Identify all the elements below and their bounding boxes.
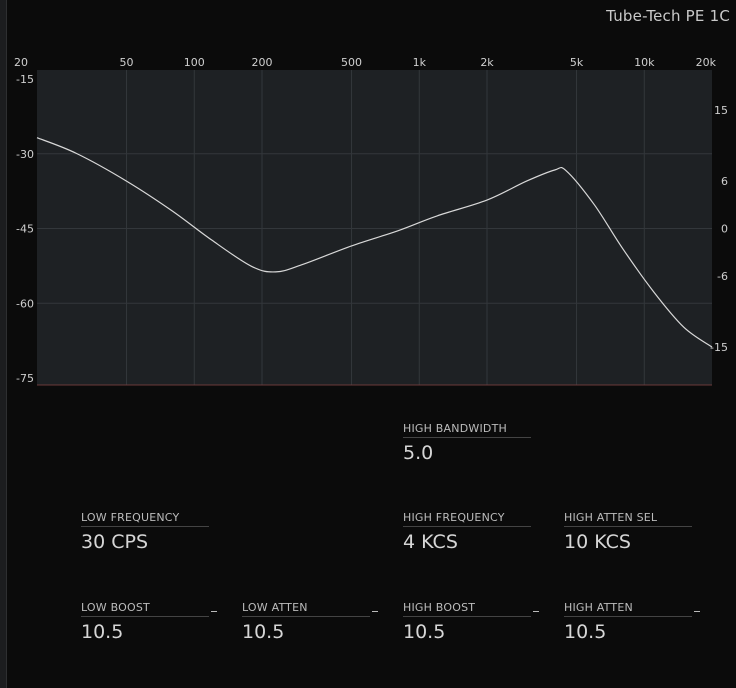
param-tick-mark	[211, 611, 217, 612]
param-value[interactable]: 4 KCS	[403, 531, 531, 553]
left-tick-label: -75	[16, 372, 34, 385]
left-tick-label: -45	[16, 223, 34, 236]
param-high-frequency[interactable]: HIGH FREQUENCY 4 KCS	[403, 511, 531, 553]
param-label: HIGH ATTEN SEL	[564, 511, 692, 527]
right-tick-label: -15	[710, 341, 728, 354]
param-value[interactable]: 10.5	[81, 621, 209, 643]
left-tick-label: -30	[16, 148, 34, 161]
param-value[interactable]: 10.5	[242, 621, 370, 643]
plot-area[interactable]	[37, 70, 712, 385]
right-tick-label: 15	[714, 104, 728, 117]
x-tick-label: 500	[341, 56, 362, 69]
left-tick-label: -15	[16, 73, 34, 86]
param-low-boost[interactable]: LOW BOOST 10.5	[81, 601, 217, 643]
param-label: LOW FREQUENCY	[81, 511, 209, 527]
param-label: LOW BOOST	[81, 601, 209, 617]
x-tick-label: 20k	[696, 56, 717, 69]
param-tick-mark	[533, 611, 539, 612]
eq-graph-svg: 20 50 100 200 500 1k 2k 5k 10k 20k-15-30-45-60-75…	[14, 56, 728, 386]
param-label: HIGH BOOST	[403, 601, 531, 617]
x-tick-label: 2k	[480, 56, 494, 69]
plugin-title: Tube-Tech PE 1C	[606, 7, 730, 25]
param-value[interactable]: 10.5	[564, 621, 692, 643]
param-low-atten[interactable]: LOW ATTEN 10.5	[242, 601, 378, 643]
param-value[interactable]: 30 CPS	[81, 531, 209, 553]
param-tick-mark	[372, 611, 378, 612]
x-tick-label: 100	[184, 56, 205, 69]
param-high-atten-sel[interactable]: HIGH ATTEN SEL 10 KCS	[564, 511, 692, 553]
x-tick-label: 200	[252, 56, 273, 69]
x-tick-label: 5k	[570, 56, 584, 69]
param-high-bandwidth[interactable]: HIGH BANDWIDTH 5.0	[403, 422, 531, 464]
param-label: LOW ATTEN	[242, 601, 370, 617]
x-tick-label: 20	[14, 56, 28, 69]
eq-graph[interactable]: 20 50 100 200 500 1k 2k 5k 10k 20k -15 -30 -45 -60 -75…	[0, 50, 736, 395]
param-value[interactable]: 5.0	[403, 442, 531, 464]
x-tick-label: 1k	[413, 56, 427, 69]
param-high-atten[interactable]: HIGH ATTEN 10.5	[564, 601, 700, 643]
right-tick-label: -6	[717, 270, 728, 283]
param-value[interactable]: 10 KCS	[564, 531, 692, 553]
x-tick-label: 10k	[634, 56, 655, 69]
param-value[interactable]: 10.5	[403, 621, 531, 643]
x-tick-label: 50	[120, 56, 134, 69]
param-tick-mark	[694, 611, 700, 612]
param-label: HIGH ATTEN	[564, 601, 692, 617]
param-high-boost[interactable]: HIGH BOOST 10.5	[403, 601, 539, 643]
param-label: HIGH BANDWIDTH	[403, 422, 531, 438]
param-low-frequency[interactable]: LOW FREQUENCY 30 CPS	[81, 511, 209, 553]
right-tick-label: 0	[721, 223, 728, 236]
right-tick-label: 6	[721, 175, 728, 188]
param-label: HIGH FREQUENCY	[403, 511, 531, 527]
left-tick-label: -60	[16, 297, 34, 310]
